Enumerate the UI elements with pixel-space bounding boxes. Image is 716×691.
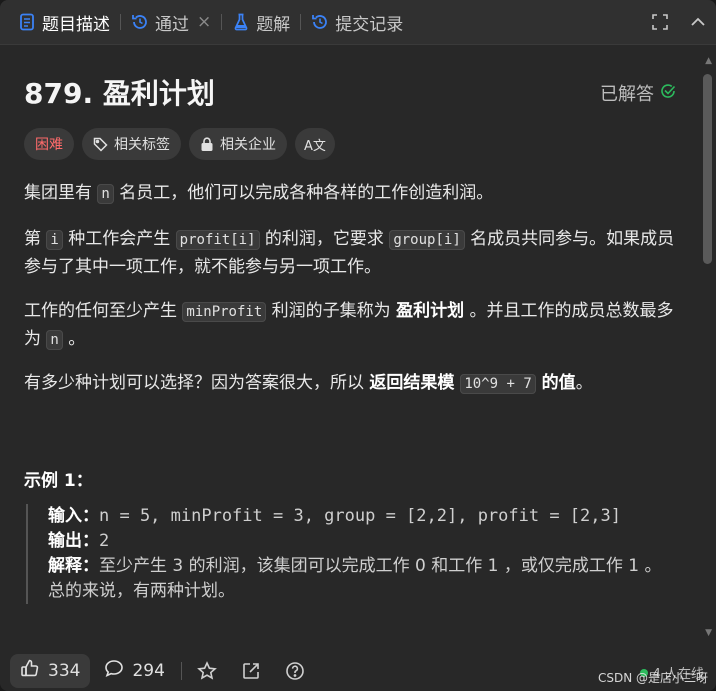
tab-description[interactable]: 题目描述 — [0, 0, 118, 44]
like-count: 334 — [48, 660, 81, 681]
comment-icon — [104, 658, 124, 683]
text: 利润的子集称为 — [266, 301, 397, 321]
comment-count: 294 — [132, 660, 165, 681]
related-companies-button[interactable]: 相关企业 — [189, 128, 287, 160]
text: 名员工，他们可以完成各种各样的工作创造利润。 — [113, 183, 494, 203]
help-icon[interactable] — [284, 660, 306, 682]
bold-text: 的值 — [535, 373, 576, 393]
scroll-up-arrow[interactable]: ▲ — [705, 56, 712, 66]
text: 种工作会产生 — [62, 229, 176, 249]
star-icon[interactable] — [196, 660, 218, 682]
problem-content: 879. 盈利计划 已解答 困难 相关标签 相关企业 A文 集团里有 n 名员工… — [0, 44, 700, 650]
tab-separator — [221, 14, 223, 30]
scroll-down-arrow[interactable]: ▼ — [705, 628, 712, 638]
example-title: 示例 1： — [24, 471, 93, 491]
bold-text: 返回结果模 — [369, 373, 461, 393]
close-icon[interactable]: × — [197, 12, 211, 32]
description-paragraph: 工作的任何至少产生 minProfit 利润的子集称为 盈利计划 。并且工作的成… — [24, 298, 680, 354]
comment-button[interactable]: 294 — [104, 658, 165, 683]
example-output: 2 — [99, 531, 110, 551]
output-label: 输出： — [48, 531, 99, 551]
related-tags-label: 相关标签 — [114, 137, 170, 153]
solved-label: 已解答 — [600, 84, 654, 105]
divider — [180, 661, 182, 680]
description-paragraph: 第 i 种工作会产生 profit[i] 的利润，它要求 group[i] 名成… — [24, 226, 680, 281]
tab-accepted-label: 通过 — [155, 14, 189, 35]
description-icon — [18, 13, 36, 31]
example-output-line: 输出：2 — [48, 529, 698, 554]
tag-row: 困难 相关标签 相关企业 A文 — [24, 128, 335, 160]
text: 第 — [24, 229, 47, 249]
tab-solutions-label: 题解 — [256, 14, 291, 35]
inline-code: minProfit — [182, 302, 267, 322]
thumbs-up-icon — [20, 658, 40, 683]
share-icon[interactable] — [240, 660, 262, 682]
related-companies-label: 相关企业 — [220, 137, 276, 153]
explanation-label: 解释： — [48, 556, 99, 576]
solved-status: 已解答 — [600, 80, 676, 106]
problem-panel: 题目描述 通过 × 题解 提交记录 879. 盈利计划 已解答 困难 相关标签 … — [0, 0, 716, 691]
inline-code: group[i] — [389, 230, 465, 250]
watermark: CSDN @是店小二呀 — [597, 671, 708, 685]
tab-separator — [120, 14, 121, 30]
flask-icon — [232, 13, 250, 31]
history-icon — [311, 13, 329, 31]
tab-bar: 题目描述 通过 × 题解 提交记录 — [0, 0, 716, 45]
inline-code: 10^9 + 7 — [460, 374, 536, 394]
translate-icon: A文 — [304, 138, 326, 154]
chevron-up-icon[interactable] — [688, 12, 708, 32]
fullscreen-icon[interactable] — [650, 12, 670, 32]
example-block: 输入：n = 5, minProfit = 3, group = [2,2], … — [26, 504, 698, 604]
lock-icon — [200, 136, 214, 152]
example-input-line: 输入：n = 5, minProfit = 3, group = [2,2], … — [48, 504, 698, 529]
description-paragraph: 集团里有 n 名员工，他们可以完成各种各样的工作创造利润。 — [24, 180, 680, 208]
text: 。 — [62, 329, 86, 349]
text: 工作的任何至少产生 — [24, 301, 183, 321]
like-button[interactable]: 334 — [10, 653, 91, 688]
difficulty-badge[interactable]: 困难 — [24, 128, 74, 160]
tab-bar-actions — [650, 0, 708, 44]
example-input: n = 5, minProfit = 3, group = [2,2], pro… — [99, 506, 621, 526]
tab-description-label: 题目描述 — [42, 14, 110, 35]
tab-accepted[interactable]: 通过 × — [123, 0, 219, 44]
inline-code: n — [46, 330, 63, 350]
example-explanation: 至少产生 3 的利润，该集团可以完成工作 0 和工作 1 ，或仅完成工作 1 。 — [99, 556, 662, 576]
scrollbar-thumb[interactable] — [703, 74, 712, 264]
check-circle-icon — [660, 83, 676, 104]
tab-submissions-label: 提交记录 — [335, 14, 404, 35]
tab-submissions[interactable]: 提交记录 — [303, 0, 411, 44]
input-label: 输入： — [48, 506, 99, 526]
inline-code: profit[i] — [175, 230, 260, 250]
bold-text: 盈利计划 — [396, 301, 465, 321]
inline-code: i — [46, 230, 63, 250]
inline-code: n — [97, 184, 114, 204]
translate-button[interactable]: A文 — [295, 128, 335, 160]
problem-title: 879. 盈利计划 — [24, 77, 215, 110]
text: 有多少种计划可以选择？因为答案很大，所以 — [24, 373, 370, 393]
text: 的利润，它要求 — [259, 229, 390, 249]
text: 。 — [575, 373, 593, 393]
tab-solutions[interactable]: 题解 — [224, 0, 298, 44]
tag-icon — [93, 137, 108, 152]
example-explanation-extra: 总的来说，有两种计划。 — [48, 581, 235, 601]
text: 集团里有 — [24, 183, 98, 203]
related-tags-button[interactable]: 相关标签 — [82, 128, 181, 160]
example-explanation-line: 解释：至少产生 3 的利润，该集团可以完成工作 0 和工作 1 ，或仅完成工作 … — [48, 554, 698, 579]
description-paragraph: 有多少种计划可以选择？因为答案很大，所以 返回结果模 10^9 + 7 的值。 — [24, 370, 680, 398]
history-icon — [131, 13, 149, 31]
tab-separator — [300, 14, 302, 30]
